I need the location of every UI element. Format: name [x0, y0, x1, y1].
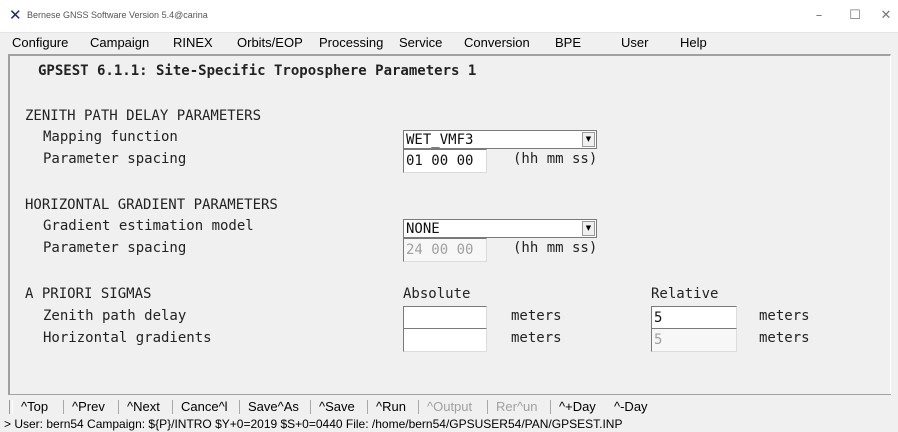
gradient-model-label: Gradient estimation model	[43, 218, 254, 234]
prev-button[interactable]: ^Prev	[72, 399, 105, 414]
zenith-rel-sigma-input[interactable]: 5	[651, 306, 737, 330]
mapping-function-value: WET_VMF3	[406, 132, 474, 148]
rerun-button[interactable]: Rer^un	[496, 399, 538, 414]
toolbar-separator	[487, 400, 488, 414]
menu-bpe[interactable]: BPE	[555, 35, 581, 50]
gradients-rel-sigma-input[interactable]: 5	[651, 328, 737, 352]
menu-configure[interactable]: Configure	[12, 35, 68, 50]
absolute-header: Absolute	[403, 286, 471, 302]
menu-campaign[interactable]: Campaign	[90, 35, 149, 50]
maximize-icon[interactable]: ☐	[841, 4, 869, 28]
gradient-spacing-value: 24 00 00	[406, 242, 474, 258]
menu-help[interactable]: Help	[680, 35, 707, 50]
mapping-function-select[interactable]: WET_VMF3 ▼	[403, 130, 597, 149]
minus-day-button[interactable]: ^-Day	[614, 399, 648, 414]
close-icon[interactable]: ✕	[872, 4, 898, 28]
toolbar-separator	[63, 400, 64, 414]
gradients-rel-unit: meters	[759, 330, 810, 346]
zenith-sigma-label: Zenith path delay	[43, 308, 187, 324]
gradient-model-value: NONE	[406, 221, 440, 237]
next-button[interactable]: ^Next	[127, 399, 160, 414]
gradient-spacing-label: Parameter spacing	[43, 240, 187, 256]
toolbar-separator	[367, 400, 368, 414]
zenith-abs-sigma-input[interactable]	[403, 306, 487, 330]
gradients-abs-sigma-input[interactable]	[403, 328, 487, 352]
zenith-spacing-label: Parameter spacing	[43, 151, 187, 167]
window-title: Bernese GNSS Software Version 5.4@carina	[27, 10, 208, 20]
chevron-down-icon[interactable]: ▼	[582, 221, 595, 236]
mapping-function-label: Mapping function	[43, 129, 178, 145]
title-bar: ✕ Bernese GNSS Software Version 5.4@cari…	[0, 0, 898, 33]
relative-header: Relative	[651, 286, 719, 302]
menu-processing[interactable]: Processing	[319, 35, 383, 50]
zenith-heading: ZENITH PATH DELAY PARAMETERS	[25, 108, 262, 124]
menu-service[interactable]: Service	[399, 35, 442, 50]
output-button[interactable]: ^Output	[427, 399, 472, 414]
panel-title: GPSEST 6.1.1: Site-Specific Troposphere …	[38, 63, 477, 79]
gradient-spacing-unit: (hh mm ss)	[513, 240, 598, 256]
toolbar-grip-icon[interactable]	[9, 400, 13, 414]
toolbar-separator	[118, 400, 119, 414]
menu-rinex[interactable]: RINEX	[173, 35, 213, 50]
gradient-spacing-input[interactable]: 24 00 00	[403, 238, 487, 262]
status-bar: > User: bern54 Campaign: ${P}/INTRO $Y+0…	[0, 417, 898, 432]
zenith-spacing-unit: (hh mm ss)	[513, 151, 598, 167]
x-logo-icon: ✕	[9, 6, 22, 24]
menu-conversion[interactable]: Conversion	[464, 35, 530, 50]
plus-day-button[interactable]: ^+Day	[559, 399, 596, 414]
panel-divider	[8, 394, 891, 395]
toolbar-separator	[418, 400, 419, 414]
top-button[interactable]: ^Top	[21, 399, 48, 414]
toolbar-separator	[239, 400, 240, 414]
gradient-model-select[interactable]: NONE ▼	[403, 219, 597, 238]
menu-orbits-eop[interactable]: Orbits/EOP	[237, 35, 303, 50]
sigmas-heading: A PRIORI SIGMAS	[25, 286, 152, 302]
gradients-rel-sigma-value: 5	[654, 332, 663, 348]
zenith-rel-unit: meters	[759, 308, 810, 324]
save-as-button[interactable]: Save^As	[248, 399, 299, 414]
bottom-toolbar: ^Top ^Prev ^Next Cance^l Save^As ^Save ^…	[0, 396, 898, 416]
zenith-spacing-value: 01 00 00	[406, 153, 474, 169]
zenith-rel-sigma-value: 5	[654, 310, 663, 326]
toolbar-separator	[310, 400, 311, 414]
zenith-abs-unit: meters	[511, 308, 562, 324]
menu-user[interactable]: User	[621, 35, 648, 50]
chevron-down-icon[interactable]: ▼	[582, 132, 595, 147]
zenith-spacing-input[interactable]: 01 00 00	[403, 149, 487, 173]
gradients-sigma-label: Horizontal gradients	[43, 330, 212, 346]
status-text: > User: bern54 Campaign: ${P}/INTRO $Y+0…	[4, 417, 623, 431]
cancel-button[interactable]: Cance^l	[181, 399, 228, 414]
gradient-heading: HORIZONTAL GRADIENT PARAMETERS	[25, 197, 278, 213]
gradients-abs-unit: meters	[511, 330, 562, 346]
minimize-icon[interactable]: –	[805, 4, 833, 28]
toolbar-separator	[172, 400, 173, 414]
run-button[interactable]: ^Run	[376, 399, 406, 414]
toolbar-separator	[550, 400, 551, 414]
save-button[interactable]: ^Save	[319, 399, 355, 414]
menu-bar: Configure Campaign RINEX Orbits/EOP Proc…	[0, 33, 898, 54]
